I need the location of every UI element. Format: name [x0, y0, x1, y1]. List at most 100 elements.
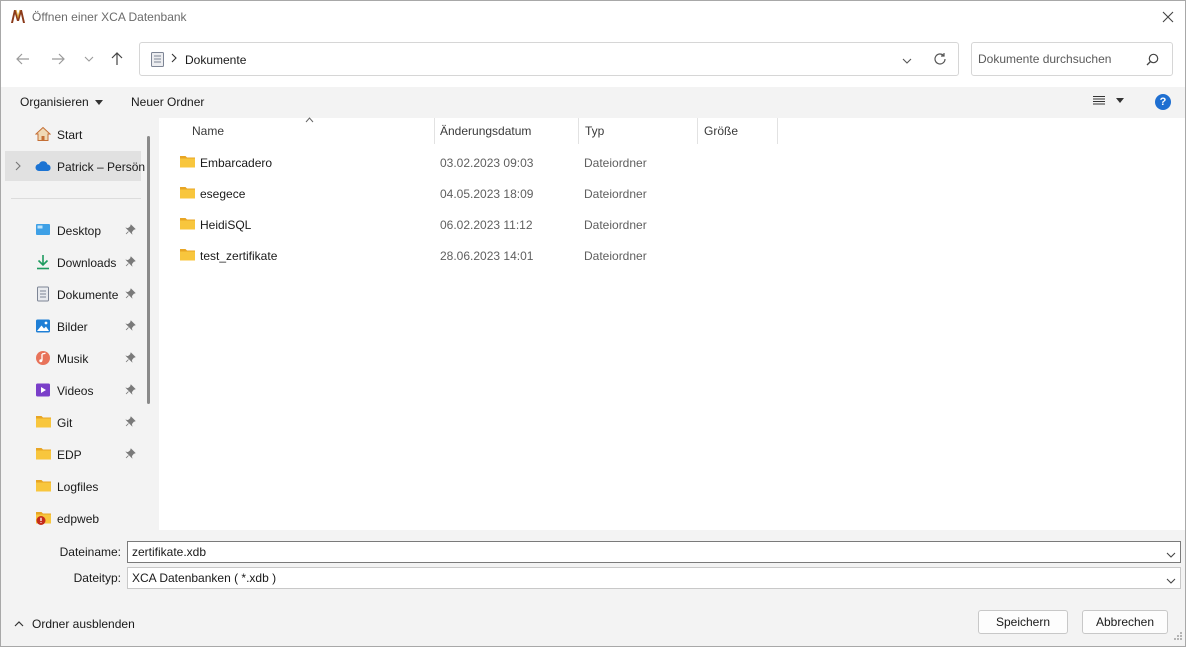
- arrow-up-icon: [111, 52, 123, 65]
- filename-input[interactable]: zertifikate.xdb: [132, 545, 206, 559]
- folder-icon: [179, 247, 196, 265]
- filename-combobox[interactable]: zertifikate.xdb: [127, 541, 1181, 563]
- pin-icon[interactable]: [125, 352, 136, 366]
- music-icon: [35, 350, 51, 366]
- address-bar[interactable]: Dokumente: [139, 42, 959, 76]
- command-bar: Organisieren Neuer Ordner ?: [1, 87, 1185, 118]
- close-button[interactable]: [1151, 1, 1185, 32]
- address-dropdown-button[interactable]: [902, 53, 912, 67]
- up-button[interactable]: [106, 48, 128, 70]
- help-button[interactable]: ?: [1155, 94, 1171, 110]
- pin-icon[interactable]: [125, 416, 136, 430]
- hide-folders-toggle[interactable]: Ordner ausblenden: [14, 617, 135, 631]
- sidebar-item-label: Patrick – Persön: [57, 160, 146, 174]
- file-name: Embarcadero: [200, 156, 273, 170]
- sidebar-scrollbar[interactable]: [147, 136, 150, 404]
- sidebar-item-git[interactable]: Git: [5, 407, 141, 437]
- chevron-down-icon: [84, 56, 94, 62]
- change-view-button[interactable]: [1092, 95, 1124, 106]
- sidebar-item-label: EDP: [57, 448, 82, 462]
- sidebar-item-edp[interactable]: EDP: [5, 439, 141, 469]
- folder-icon: [179, 154, 196, 172]
- filetype-select[interactable]: XCA Datenbanken ( *.xdb ): [127, 567, 1181, 589]
- sidebar-item-edpweb[interactable]: edpweb: [5, 503, 141, 530]
- sidebar-item-label: Videos: [57, 384, 94, 398]
- sidebar-item-dokumente[interactable]: Dokumente: [5, 279, 141, 309]
- navigation-bar: Dokumente: [1, 32, 1185, 87]
- sidebar-item-label: Musik: [57, 352, 89, 366]
- recent-locations-button[interactable]: [78, 48, 100, 70]
- file-name: esegece: [200, 187, 246, 201]
- desktop-icon: [35, 222, 51, 238]
- new-folder-button[interactable]: Neuer Ordner: [131, 95, 204, 109]
- list-view-icon: [1093, 95, 1105, 105]
- file-date: 04.05.2023 18:09: [440, 187, 534, 201]
- table-row[interactable]: Embarcadero 03.02.2023 09:03 Dateiordner: [179, 150, 779, 174]
- organize-button[interactable]: Organisieren: [20, 95, 103, 109]
- file-type: Dateiordner: [584, 187, 647, 201]
- column-header-name[interactable]: Name: [159, 115, 434, 144]
- sort-ascending-icon: [305, 115, 314, 125]
- search-icon[interactable]: [1146, 53, 1159, 69]
- sidebar-item-label: Downloads: [57, 256, 117, 270]
- folder-icon: [179, 216, 196, 234]
- pin-icon[interactable]: [125, 320, 136, 334]
- sidebar-item-label: edpweb: [57, 512, 100, 526]
- save-button[interactable]: Speichern: [978, 610, 1068, 634]
- refresh-icon: [934, 53, 946, 65]
- sidebar-item-start[interactable]: Start: [5, 119, 141, 149]
- table-row[interactable]: test_zertifikate 28.06.2023 14:01 Dateio…: [179, 243, 779, 267]
- sidebar-item-desktop[interactable]: Desktop: [5, 215, 141, 245]
- folder-icon: [179, 185, 196, 203]
- folder-icon: [35, 414, 51, 430]
- sidebar-item-bilder[interactable]: Bilder: [5, 311, 141, 341]
- sidebar-item-label: Git: [57, 416, 73, 430]
- document-icon: [151, 52, 164, 70]
- pin-icon[interactable]: [125, 384, 136, 398]
- cancel-button[interactable]: Abbrechen: [1082, 610, 1168, 634]
- arrow-right-icon: [52, 53, 65, 65]
- table-row[interactable]: HeidiSQL 06.02.2023 11:12 Dateiordner: [179, 212, 779, 236]
- caret-down-icon: [1116, 98, 1124, 103]
- file-name: HeidiSQL: [200, 218, 252, 232]
- sidebar-item-downloads[interactable]: Downloads: [5, 247, 141, 277]
- pin-icon[interactable]: [125, 448, 136, 462]
- file-list: Name Änderungsdatum Typ Größe Embarcader…: [159, 115, 1185, 530]
- pin-icon[interactable]: [125, 256, 136, 270]
- download-icon: [35, 254, 51, 270]
- help-icon: ?: [1159, 96, 1167, 108]
- file-date: 06.02.2023 11:12: [440, 218, 533, 232]
- filetype-label: Dateityp:: [73, 571, 121, 585]
- resize-grip-icon[interactable]: [1173, 630, 1183, 644]
- pin-icon[interactable]: [125, 288, 136, 302]
- home-icon: [34, 126, 52, 142]
- chevron-down-icon[interactable]: [1166, 547, 1176, 561]
- column-header-size[interactable]: Größe: [698, 118, 777, 144]
- close-icon: [1162, 11, 1174, 22]
- navigation-pane: Start Patrick – Persön Desktop Downloads…: [1, 118, 159, 530]
- search-box[interactable]: [971, 42, 1173, 76]
- window-title: Öffnen einer XCA Datenbank: [32, 10, 187, 24]
- sidebar-item-onedrive[interactable]: Patrick – Persön: [5, 151, 145, 181]
- search-input[interactable]: [978, 52, 1138, 66]
- breadcrumb-current[interactable]: Dokumente: [185, 53, 246, 67]
- pin-icon[interactable]: [125, 224, 136, 238]
- table-row[interactable]: esegece 04.05.2023 18:09 Dateiordner: [179, 181, 779, 205]
- back-button[interactable]: [12, 48, 34, 70]
- sidebar-item-label: Dokumente: [57, 288, 119, 302]
- column-header-type[interactable]: Typ: [579, 118, 697, 144]
- hide-folders-label: Ordner ausblenden: [32, 617, 135, 631]
- column-divider[interactable]: [777, 118, 778, 144]
- refresh-button[interactable]: [933, 52, 947, 69]
- sidebar-item-videos[interactable]: Videos: [5, 375, 141, 405]
- organize-label: Organisieren: [20, 95, 89, 109]
- sidebar-item-musik[interactable]: Musik: [5, 343, 141, 373]
- chevron-down-icon[interactable]: [1166, 573, 1176, 587]
- title-bar: Öffnen einer XCA Datenbank: [1, 1, 1185, 32]
- file-type: Dateiordner: [584, 218, 647, 232]
- column-header-date[interactable]: Änderungsdatum: [435, 118, 578, 144]
- sidebar-item-logfiles[interactable]: Logfiles: [5, 471, 141, 501]
- file-input-panel: Dateiname: zertifikate.xdb Dateityp: XCA…: [1, 530, 1185, 646]
- forward-button[interactable]: [47, 48, 69, 70]
- chevron-right-icon[interactable]: [15, 160, 21, 174]
